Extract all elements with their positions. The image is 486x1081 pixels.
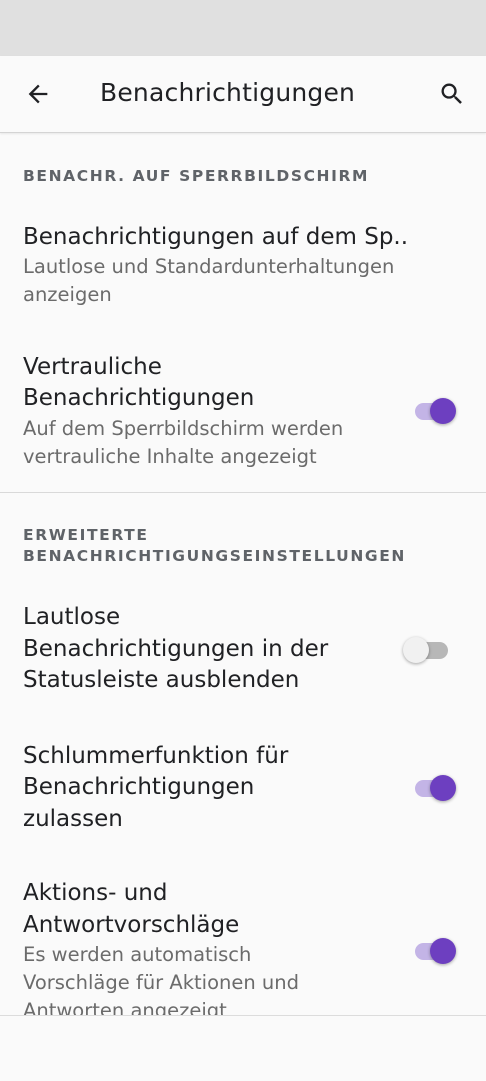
sensitive-notifications-switch[interactable]: [413, 396, 463, 426]
section-header-advanced-line: BENACHRICHTIGUNGSEINSTELLUNGEN: [23, 547, 406, 565]
allow-snooze-switch[interactable]: [413, 773, 463, 803]
pref-title-line: zulassen: [23, 806, 123, 832]
navigation-bar-area: [0, 1015, 486, 1081]
pref-title-line: Antwortvorschläge: [23, 912, 240, 938]
pref-summary-line: Vorschläge für Aktionen und: [23, 971, 300, 994]
pref-summary-line: Lautlose und Standardunterhaltungen: [23, 255, 395, 278]
arrow-back-icon: [28, 84, 48, 104]
back-button[interactable]: [14, 70, 62, 118]
switch-thumb: [403, 637, 429, 663]
search-icon: [441, 83, 462, 104]
switch-thumb: [430, 938, 456, 964]
section-header-advanced-line: ERWEITERTE: [23, 526, 149, 544]
switch-thumb: [430, 398, 456, 424]
pref-summary-line: Auf dem Sperrbildschirm werden: [23, 417, 344, 440]
suggested-actions-switch[interactable]: [413, 936, 463, 966]
pref-title-line: Benachrichtigungen: [23, 385, 255, 411]
pref-title-line: Schlummerfunktion für: [23, 743, 289, 769]
page-title: Benachrichtigungen: [100, 78, 356, 107]
hide-silent-switch[interactable]: [403, 635, 453, 665]
pref-title-line: Lautlose: [23, 604, 121, 630]
pref-title-line: Statusleiste ausblenden: [23, 667, 300, 693]
pref-title-line: Aktions- und: [23, 880, 168, 906]
section-divider: [0, 492, 486, 493]
status-bar: [0, 0, 486, 56]
pref-summary-line: Antworten angezeigt: [23, 999, 227, 1015]
pref-suggested-actions-replies[interactable]: Aktions- und Antwortvorschläge Es werden…: [0, 880, 486, 1015]
pref-title: Benachrichtigungen auf dem Sp..: [23, 224, 409, 250]
app-bar: Benachrichtigungen: [0, 56, 486, 133]
pref-title-line: Benachrichtigungen in der: [23, 636, 329, 662]
section-header-lock-screen: BENACHR. AUF SPERRBILDSCHIRM: [23, 167, 370, 185]
switch-thumb: [430, 775, 456, 801]
pref-title-line: Benachrichtigungen: [23, 774, 255, 800]
pref-summary-line: anzeigen: [23, 283, 112, 306]
pref-title-line: Vertrauliche: [23, 354, 162, 380]
pref-summary-line: vertrauliche Inhalte angezeigt: [23, 445, 317, 468]
search-button[interactable]: [428, 70, 476, 118]
pref-summary-line: Es werden automatisch: [23, 943, 252, 966]
